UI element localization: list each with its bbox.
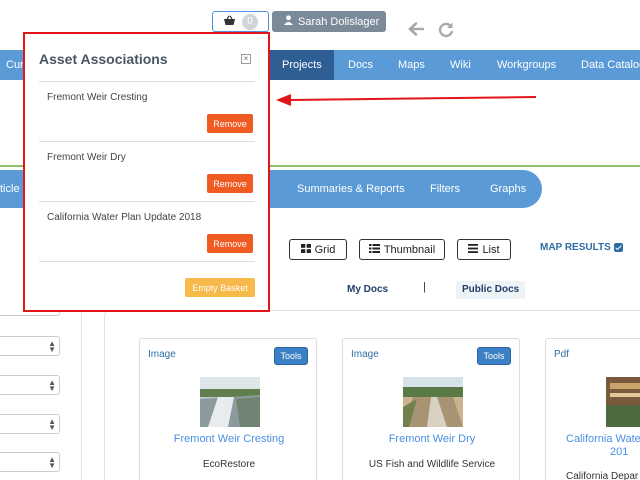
popup-divider <box>39 201 255 202</box>
filter-select-4[interactable]: ▲ ▼ <box>0 414 60 434</box>
thumbnail-view-button[interactable]: Thumbnail <box>359 239 445 260</box>
nav-item-wiki[interactable]: Wiki <box>450 50 471 80</box>
tab-my-docs[interactable]: My Docs <box>347 281 388 299</box>
card-type: Pdf <box>554 349 570 360</box>
association-name: Fremont Weir Cresting <box>47 92 148 103</box>
sub-nav-summaries-reports[interactable]: Summaries & Reports <box>297 170 405 208</box>
tab-public-docs[interactable]: Public Docs <box>456 281 526 299</box>
doc-card[interactable]: Pdf California Wate 201 California Depar <box>545 338 640 480</box>
sub-nav-filters[interactable]: Filters <box>430 170 460 208</box>
card-organization: California Depar <box>566 471 639 480</box>
select-arrows-icon: ▲ ▼ <box>48 378 56 393</box>
user-icon <box>284 15 293 28</box>
remove-button[interactable]: Remove <box>207 234 253 253</box>
card-title[interactable]: California Wate <box>566 433 640 445</box>
nav-item-docs[interactable]: Docs <box>348 50 373 80</box>
popup-title: Asset Associations <box>39 51 168 67</box>
nav-item-data-catalog[interactable]: Data Catalog <box>581 50 640 80</box>
back-arrow-icon[interactable] <box>408 22 425 43</box>
grid-icon <box>300 243 311 256</box>
card-thumbnail[interactable] <box>606 377 640 427</box>
card-thumbnail[interactable] <box>200 377 260 427</box>
basket-icon <box>223 13 236 31</box>
nav-item-cur[interactable]: Cur <box>6 50 24 80</box>
thumbnail-view-label: Thumbnail <box>383 243 436 256</box>
list-icon <box>468 243 479 256</box>
sub-nav-graphs[interactable]: Graphs <box>490 170 526 208</box>
empty-basket-button[interactable]: Empty Basket <box>185 278 255 297</box>
list-view-label: List <box>482 243 500 256</box>
select-arrows-icon: ▲ ▼ <box>48 417 56 432</box>
association-name: California Water Plan Update 2018 <box>47 212 202 223</box>
card-title[interactable]: Fremont Weir Dry <box>343 433 521 445</box>
card-type: Image <box>148 349 176 360</box>
doc-card[interactable]: Image Tools Fremont Weir Dry US Fish and… <box>342 338 520 480</box>
card-thumbnail[interactable] <box>403 377 463 427</box>
select-arrows-icon: ▲ ▼ <box>48 339 56 354</box>
nav-item-projects[interactable]: Projects <box>270 50 334 80</box>
grid-view-button[interactable]: Grid <box>289 239 347 260</box>
filter-select-2[interactable]: ▲ ▼ <box>0 336 60 356</box>
thumbnail-list-icon <box>368 243 380 256</box>
refresh-icon[interactable] <box>438 22 454 43</box>
card-type: Image <box>351 349 379 360</box>
sub-nav-article[interactable]: ticle <box>0 170 20 208</box>
tab-separator: | <box>423 281 426 293</box>
close-icon[interactable]: × <box>241 54 251 64</box>
user-name: Sarah Dolislager <box>298 15 380 28</box>
annotation-arrow <box>276 92 538 113</box>
map-results-checkbox[interactable] <box>613 243 623 252</box>
popup-divider <box>39 81 255 82</box>
card-title-continued[interactable]: 201 <box>610 446 628 458</box>
remove-button[interactable]: Remove <box>207 114 253 133</box>
list-view-button[interactable]: List <box>457 239 511 260</box>
grid-view-label: Grid <box>314 243 336 256</box>
filter-select-5[interactable]: ▲ ▼ <box>0 452 60 472</box>
association-name: Fremont Weir Dry <box>47 152 126 163</box>
card-tools-button[interactable]: Tools <box>274 347 308 365</box>
user-menu-button[interactable]: Sarah Dolislager <box>272 11 386 32</box>
card-organization: EcoRestore <box>202 459 256 470</box>
map-results-label: MAP RESULTS <box>540 242 611 253</box>
card-organization: US Fish and Wildlife Service <box>368 459 496 470</box>
map-results-toggle[interactable]: MAP RESULTS <box>540 242 623 253</box>
basket-count-badge: 0 <box>242 13 258 30</box>
nav-item-workgroups[interactable]: Workgroups <box>497 50 556 80</box>
card-title[interactable]: Fremont Weir Cresting <box>140 433 318 445</box>
remove-button[interactable]: Remove <box>207 174 253 193</box>
popup-divider <box>39 261 255 262</box>
card-tools-button[interactable]: Tools <box>477 347 511 365</box>
popup-divider <box>39 141 255 142</box>
select-arrows-icon: ▲ ▼ <box>48 455 56 470</box>
asset-associations-popup: Asset Associations × Fremont Weir Cresti… <box>23 32 270 312</box>
basket-button[interactable]: 0 <box>212 11 269 32</box>
doc-card[interactable]: Image Tools Fremont Weir Cresting EcoRes… <box>139 338 317 480</box>
filter-select-3[interactable]: ▲ ▼ <box>0 375 60 395</box>
nav-item-maps[interactable]: Maps <box>398 50 425 80</box>
